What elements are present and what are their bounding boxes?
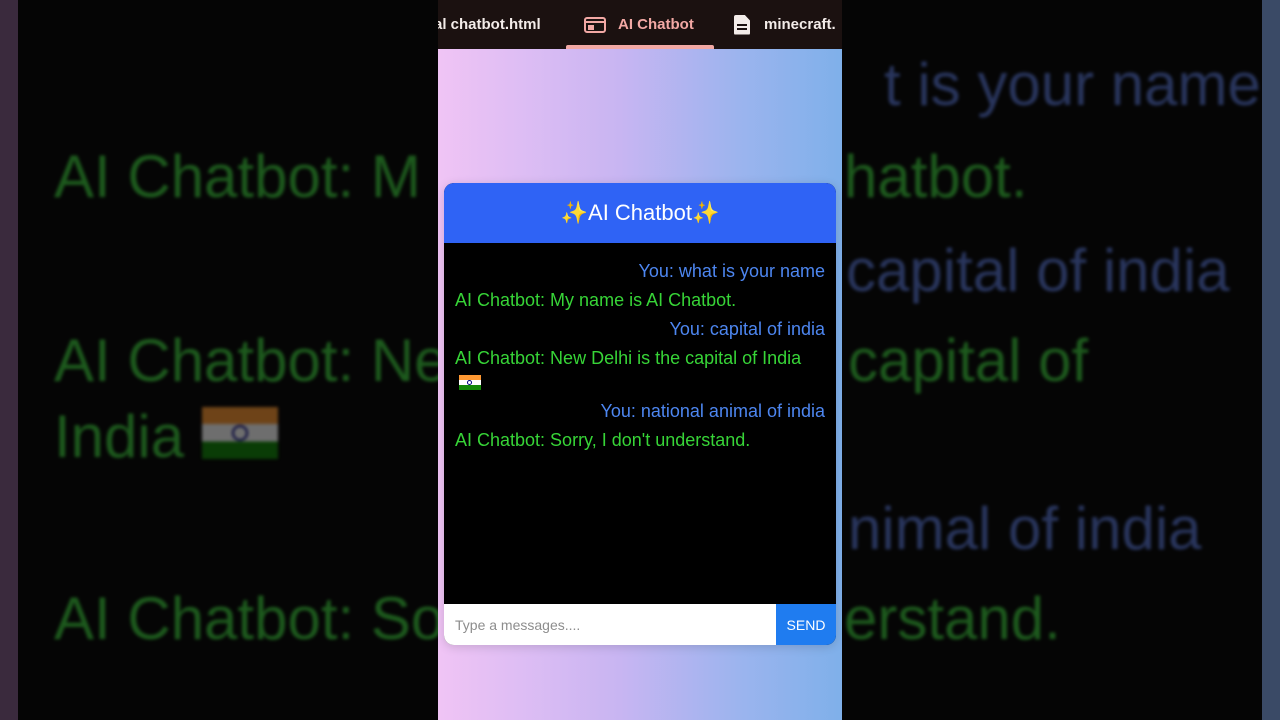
bot-message: AI Chatbot: Sorry, I don't understand. (455, 430, 751, 450)
bg-text: erstand. (844, 585, 1061, 652)
message-list[interactable]: You: what is your name AI Chatbot: My na… (444, 243, 836, 604)
message-input[interactable] (444, 604, 776, 645)
active-tab-indicator (566, 45, 714, 49)
bg-text: India (54, 403, 185, 470)
bg-text: nimal of india (848, 495, 1202, 562)
user-message: You: national animal of india (600, 401, 826, 421)
bg-text: AI Chatbot: M (54, 143, 421, 210)
tab-bar: al chatbot.html AI Chatbot minecraft. (438, 0, 842, 49)
user-message: You: capital of india (669, 319, 825, 339)
background-edge-left (0, 0, 18, 720)
document-icon (734, 14, 750, 35)
bg-text-with-flag: India (54, 402, 279, 471)
bot-message-with-flag: AI Chatbot: New Delhi is the capital of … (455, 346, 825, 394)
send-button[interactable]: SEND (776, 604, 836, 645)
phone-screen: al chatbot.html AI Chatbot minecraft. ✨A… (438, 0, 842, 720)
bg-text: capital of (848, 327, 1089, 394)
bg-text: t is your name (884, 51, 1261, 118)
bg-text: capital of india (846, 237, 1230, 304)
india-flag-icon (459, 375, 481, 390)
india-flag-icon (202, 407, 279, 459)
background-edge-right (1262, 0, 1280, 720)
tab-ai-chatbot[interactable]: AI Chatbot (584, 0, 694, 49)
chatbot-widget: ✨AI Chatbot✨ You: what is your name AI C… (444, 183, 836, 645)
tab-minecraft[interactable]: minecraft. (734, 0, 836, 49)
chat-header: ✨AI Chatbot✨ (444, 183, 836, 243)
tab-label: al chatbot.html (438, 16, 541, 33)
tab-chatbot-html[interactable]: al chatbot.html (438, 0, 541, 49)
browser-window-icon (584, 16, 606, 33)
bot-message-text: AI Chatbot: New Delhi is the capital of … (455, 348, 802, 368)
input-row: SEND (444, 604, 836, 645)
bot-message: AI Chatbot: My name is AI Chatbot. (455, 290, 737, 310)
tab-label: minecraft. (764, 16, 836, 33)
chat-title: ✨AI Chatbot✨ (560, 200, 720, 225)
bg-text: AI Chatbot: So (54, 585, 445, 652)
tab-label: AI Chatbot (618, 16, 694, 33)
bg-text: AI Chatbot: Ne (54, 327, 448, 394)
user-message: You: what is your name (638, 261, 825, 281)
bg-text: hatbot. (844, 143, 1028, 210)
